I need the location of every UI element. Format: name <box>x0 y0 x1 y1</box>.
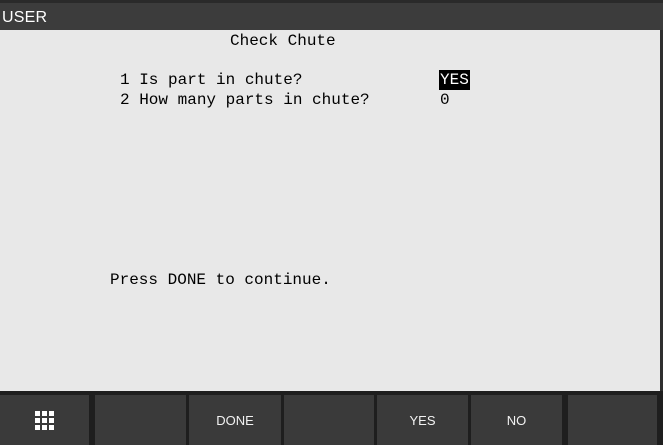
grid-menu-icon <box>35 410 54 430</box>
continue-message: Press DONE to continue. <box>110 271 331 289</box>
softkey-bar: DONE YES NO <box>0 391 663 445</box>
prompt-value-parts-count[interactable]: 0 <box>439 90 451 110</box>
prompt-label-part-in-chute: 1 Is part in chute? <box>120 71 303 89</box>
softkey-f6[interactable] <box>568 395 657 445</box>
softkey-f1[interactable] <box>95 395 186 445</box>
done-button[interactable]: DONE <box>189 395 281 445</box>
prompt-label-parts-count: 2 How many parts in chute? <box>120 91 370 109</box>
teach-pendant-frame: USER Check Chute 1 Is part in chute? YES… <box>0 0 663 445</box>
yes-button[interactable]: YES <box>377 395 468 445</box>
menu-button[interactable] <box>0 395 89 445</box>
softkey-f3[interactable] <box>284 395 374 445</box>
prompt-value-part-in-chute[interactable]: YES <box>439 70 470 90</box>
window-titlebar: USER <box>0 0 663 30</box>
screen-title: Check Chute <box>230 32 336 50</box>
window-title: USER <box>2 9 48 26</box>
no-button[interactable]: NO <box>471 395 562 445</box>
user-screen: Check Chute 1 Is part in chute? YES 2 Ho… <box>0 30 660 391</box>
